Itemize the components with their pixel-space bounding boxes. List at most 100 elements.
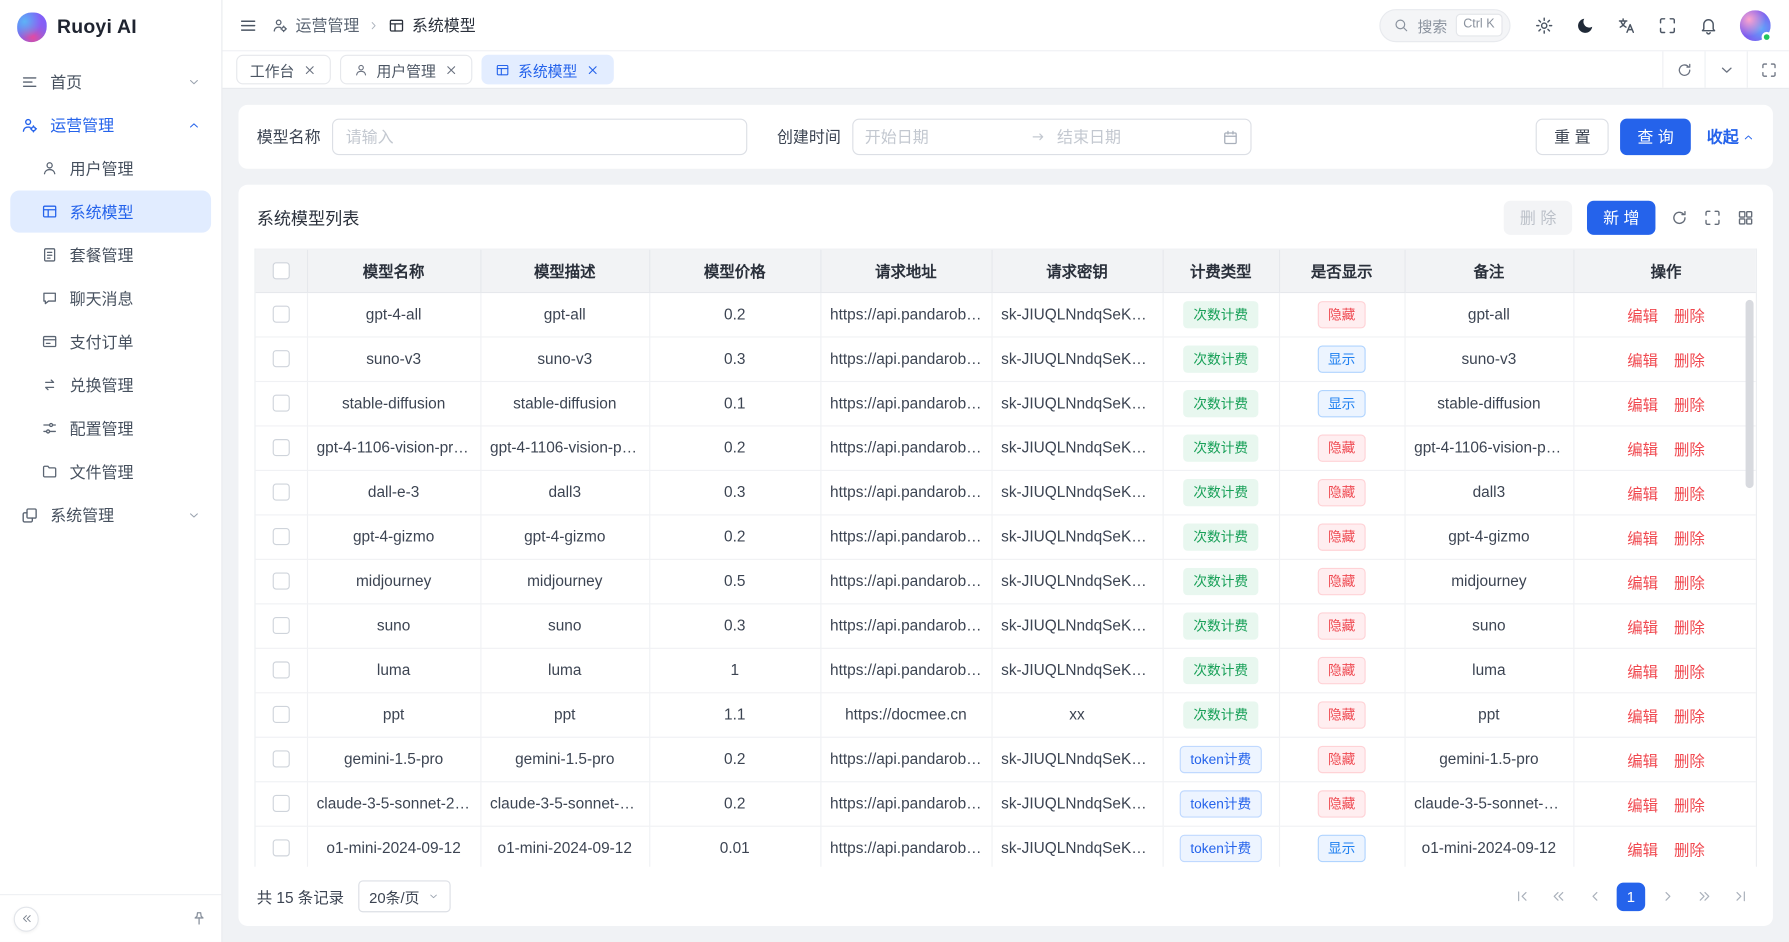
edit-link[interactable]: 编辑 bbox=[1627, 485, 1658, 502]
collapse-filter-link[interactable]: 收起 bbox=[1707, 125, 1755, 148]
refresh-table-icon[interactable] bbox=[1670, 209, 1688, 227]
row-checkbox[interactable] bbox=[272, 351, 289, 368]
breadcrumb-item[interactable]: 运营管理 bbox=[272, 14, 360, 37]
delete-link[interactable]: 删除 bbox=[1674, 663, 1705, 680]
breadcrumb-item[interactable]: 系统模型 bbox=[388, 14, 476, 37]
avatar[interactable] bbox=[1740, 10, 1771, 41]
next-5-pages-button[interactable] bbox=[1690, 882, 1719, 911]
sidebar-item-package[interactable]: 套餐管理 bbox=[10, 234, 211, 276]
row-checkbox[interactable] bbox=[272, 617, 289, 634]
sidebar-item-home[interactable]: 首页 bbox=[10, 60, 211, 102]
sidebar-item-system[interactable]: 系统管理 bbox=[10, 494, 211, 536]
refresh-icon[interactable] bbox=[1662, 51, 1704, 87]
table-scrollbar[interactable] bbox=[1746, 300, 1754, 488]
end-date-input[interactable]: 结束日期 bbox=[1057, 125, 1210, 148]
table-row: midjourney midjourney 0.5 https://api.pa… bbox=[256, 559, 1757, 603]
maximize-icon[interactable] bbox=[1747, 51, 1789, 87]
page-1-button[interactable]: 1 bbox=[1617, 882, 1646, 911]
expand-table-icon[interactable] bbox=[1703, 209, 1721, 227]
start-date-input[interactable]: 开始日期 bbox=[865, 125, 1018, 148]
translate-icon[interactable] bbox=[1617, 15, 1636, 34]
edit-link[interactable]: 编辑 bbox=[1627, 797, 1658, 814]
row-checkbox[interactable] bbox=[272, 484, 289, 501]
sidebar-item-order[interactable]: 支付订单 bbox=[10, 320, 211, 362]
row-checkbox[interactable] bbox=[272, 573, 289, 590]
row-checkbox[interactable] bbox=[272, 840, 289, 857]
sidebar-item-folder[interactable]: 文件管理 bbox=[10, 450, 211, 492]
row-checkbox[interactable] bbox=[272, 662, 289, 679]
date-range-input[interactable]: 开始日期 结束日期 bbox=[852, 119, 1251, 155]
tab-close-icon[interactable] bbox=[302, 62, 317, 77]
sidebar-collapse-button[interactable] bbox=[14, 906, 39, 931]
settings-icon[interactable] bbox=[1535, 15, 1554, 34]
column-settings-icon[interactable] bbox=[1736, 209, 1754, 227]
sidebar-item-exchange[interactable]: 兑换管理 bbox=[10, 364, 211, 406]
edit-link[interactable]: 编辑 bbox=[1627, 663, 1658, 680]
select-all-checkbox[interactable] bbox=[272, 263, 289, 280]
edit-link[interactable]: 编辑 bbox=[1627, 352, 1658, 369]
cell-remark: gpt-4-1106-vision-pre... bbox=[1404, 425, 1573, 469]
delete-link[interactable]: 删除 bbox=[1674, 797, 1705, 814]
pin-icon[interactable] bbox=[191, 910, 208, 927]
row-checkbox[interactable] bbox=[272, 395, 289, 412]
tab-close-icon[interactable] bbox=[444, 62, 459, 77]
sidebar-item-operations[interactable]: 运营管理 bbox=[10, 104, 211, 146]
logo[interactable]: Ruoyi AI bbox=[0, 0, 221, 55]
delete-button[interactable]: 删 除 bbox=[1504, 201, 1572, 235]
page-size-select[interactable]: 20条/页 bbox=[358, 880, 451, 912]
table-body: gpt-4-all gpt-all 0.2 https://api.pandar… bbox=[256, 292, 1757, 867]
delete-link[interactable]: 删除 bbox=[1674, 485, 1705, 502]
delete-link[interactable]: 删除 bbox=[1674, 708, 1705, 725]
delete-link[interactable]: 删除 bbox=[1674, 441, 1705, 458]
sidebar-item-user[interactable]: 用户管理 bbox=[10, 147, 211, 189]
model-name-input[interactable]: 请输入 bbox=[332, 119, 747, 155]
sidebar-item-chat[interactable]: 聊天消息 bbox=[10, 277, 211, 319]
sidebar-item-model[interactable]: 系统模型 bbox=[10, 190, 211, 232]
delete-link[interactable]: 删除 bbox=[1674, 841, 1705, 858]
row-checkbox[interactable] bbox=[272, 306, 289, 323]
edit-link[interactable]: 编辑 bbox=[1627, 441, 1658, 458]
tab-options-chevron-icon[interactable] bbox=[1705, 51, 1747, 87]
tab-close-icon[interactable] bbox=[585, 62, 600, 77]
total-records: 共 15 条记录 bbox=[257, 885, 344, 908]
row-checkbox[interactable] bbox=[272, 440, 289, 457]
sidebar-item-config[interactable]: 配置管理 bbox=[10, 407, 211, 449]
edit-link[interactable]: 编辑 bbox=[1627, 530, 1658, 547]
last-page-button[interactable] bbox=[1726, 882, 1755, 911]
reset-button[interactable]: 重 置 bbox=[1536, 119, 1609, 155]
moon-icon[interactable] bbox=[1576, 15, 1595, 34]
delete-link[interactable]: 删除 bbox=[1674, 307, 1705, 324]
delete-link[interactable]: 删除 bbox=[1674, 574, 1705, 591]
row-checkbox[interactable] bbox=[272, 795, 289, 812]
add-button[interactable]: 新 增 bbox=[1587, 201, 1655, 235]
row-checkbox[interactable] bbox=[272, 529, 289, 546]
cell-request-url: https://api.pandarobo... bbox=[820, 603, 991, 647]
edit-link[interactable]: 编辑 bbox=[1627, 752, 1658, 769]
edit-link[interactable]: 编辑 bbox=[1627, 574, 1658, 591]
edit-link[interactable]: 编辑 bbox=[1627, 307, 1658, 324]
bell-icon[interactable] bbox=[1699, 15, 1718, 34]
prev-5-pages-button[interactable] bbox=[1544, 882, 1573, 911]
next-page-button[interactable] bbox=[1653, 882, 1682, 911]
query-button[interactable]: 查 询 bbox=[1620, 119, 1691, 155]
tab-workbench[interactable]: 工作台 bbox=[236, 55, 331, 85]
delete-link[interactable]: 删除 bbox=[1674, 352, 1705, 369]
edit-link[interactable]: 编辑 bbox=[1627, 841, 1658, 858]
delete-link[interactable]: 删除 bbox=[1674, 396, 1705, 413]
edit-link[interactable]: 编辑 bbox=[1627, 619, 1658, 636]
search-input[interactable]: 搜索 Ctrl K bbox=[1380, 9, 1511, 42]
delete-link[interactable]: 删除 bbox=[1674, 530, 1705, 547]
first-page-button[interactable] bbox=[1507, 882, 1536, 911]
delete-link[interactable]: 删除 bbox=[1674, 619, 1705, 636]
fullscreen-icon[interactable] bbox=[1658, 15, 1677, 34]
row-checkbox[interactable] bbox=[272, 751, 289, 768]
delete-link[interactable]: 删除 bbox=[1674, 752, 1705, 769]
hamburger-menu-icon[interactable] bbox=[238, 15, 257, 34]
prev-page-button[interactable] bbox=[1580, 882, 1609, 911]
edit-link[interactable]: 编辑 bbox=[1627, 708, 1658, 725]
tab-user-management[interactable]: 用户管理 bbox=[340, 55, 472, 85]
tab-system-model[interactable]: 系统模型 bbox=[481, 55, 613, 85]
row-checkbox[interactable] bbox=[272, 706, 289, 723]
edit-link[interactable]: 编辑 bbox=[1627, 396, 1658, 413]
cell-model-name: gpt-4-1106-vision-pre... bbox=[307, 425, 480, 469]
